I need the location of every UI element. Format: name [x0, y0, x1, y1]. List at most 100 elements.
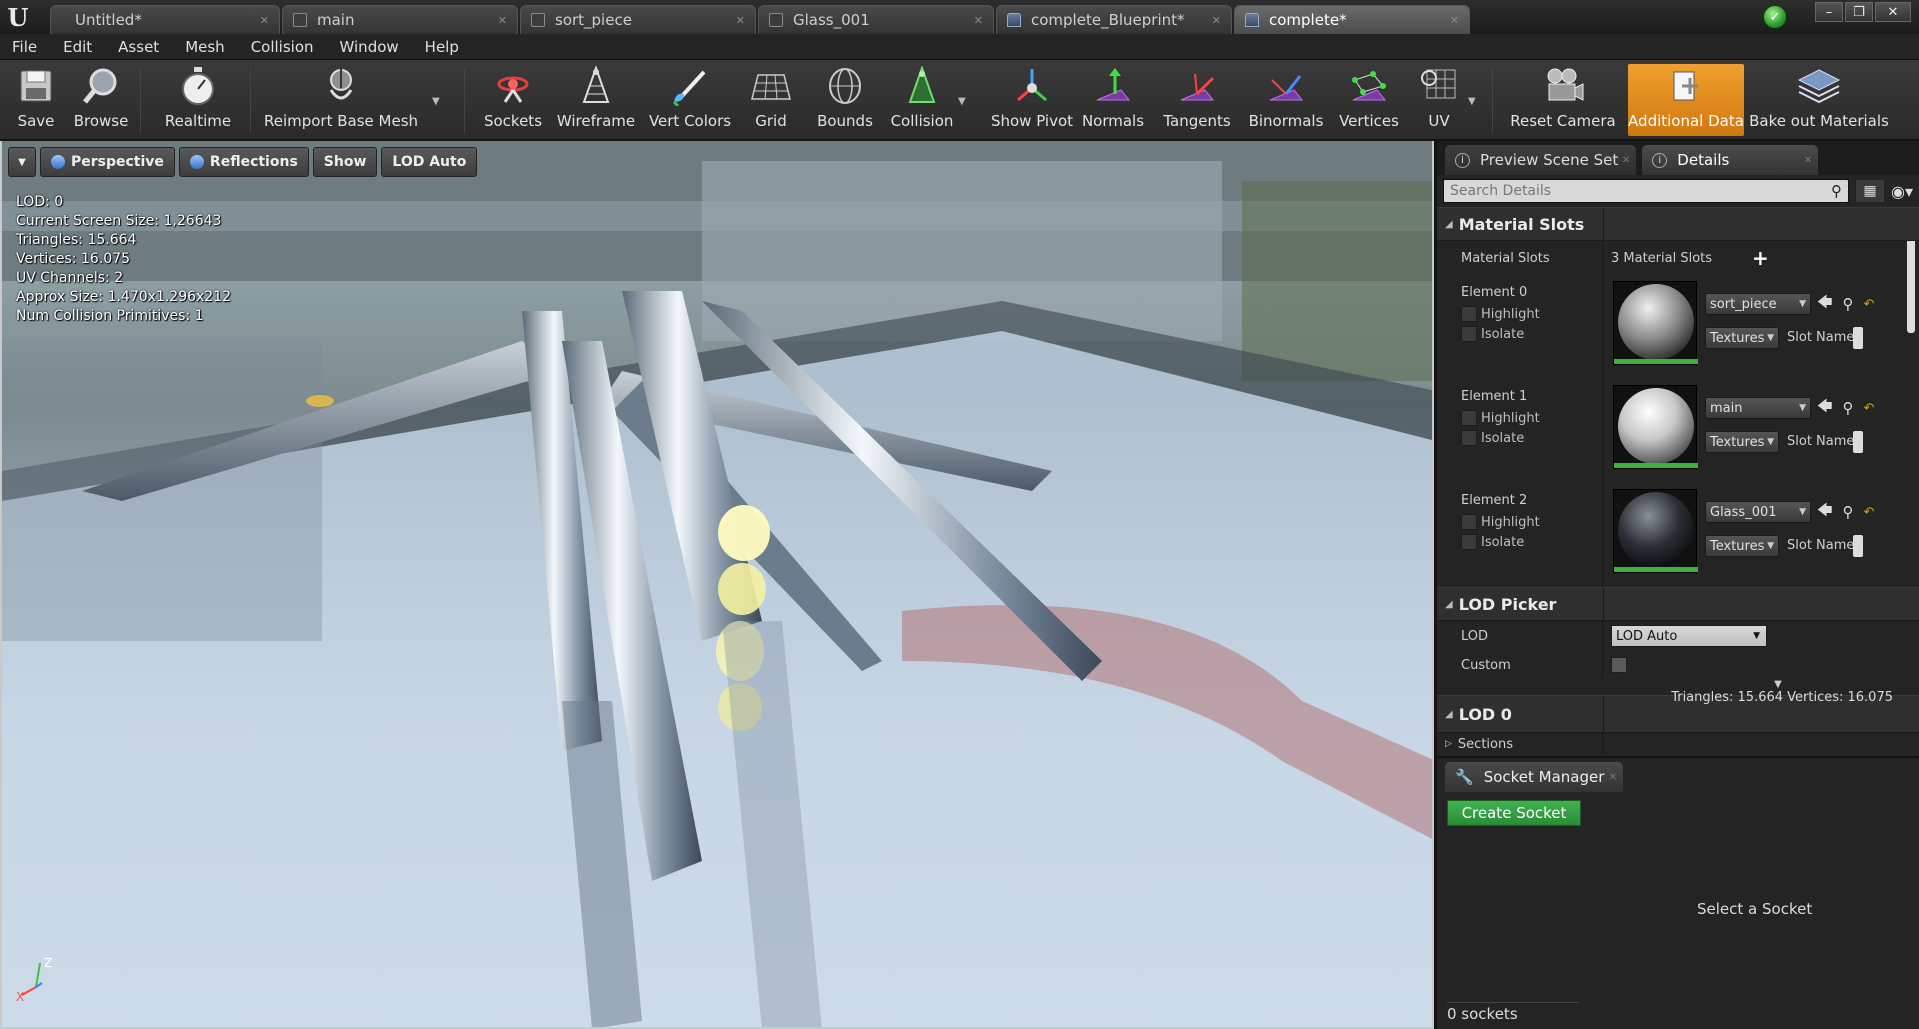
- vertices-button[interactable]: Vertices: [1336, 64, 1402, 136]
- reset-camera-button[interactable]: Reset Camera: [1508, 64, 1618, 136]
- slot-name-input[interactable]: [1853, 535, 1863, 557]
- textures-dropdown[interactable]: Textures ▼: [1705, 327, 1779, 349]
- collision-button[interactable]: Collision: [888, 64, 956, 136]
- highlight-checkbox-row[interactable]: Highlight: [1461, 306, 1602, 322]
- collision-dropdown-icon[interactable]: ▼: [958, 96, 966, 107]
- wireframe-button[interactable]: Wireframe: [557, 64, 635, 136]
- browse-search-icon[interactable]: ⚲: [1843, 295, 1854, 313]
- additional-data-button[interactable]: Additional Data: [1628, 64, 1744, 136]
- save-button[interactable]: Save: [10, 64, 62, 136]
- tab-complete-blueprint[interactable]: complete_Blueprint* ✕: [996, 5, 1232, 34]
- tab-untitled[interactable]: Untitled* ✕: [50, 5, 280, 34]
- realtime-button[interactable]: Realtime: [160, 64, 236, 136]
- reset-to-default-icon[interactable]: ↶: [1864, 297, 1875, 312]
- add-material-slot-icon[interactable]: +: [1752, 246, 1769, 270]
- reset-to-default-icon[interactable]: ↶: [1864, 505, 1875, 520]
- custom-checkbox[interactable]: [1611, 657, 1627, 673]
- menu-asset[interactable]: Asset: [118, 38, 159, 56]
- close-icon[interactable]: ✕: [736, 14, 745, 27]
- material-thumbnail[interactable]: [1613, 281, 1698, 365]
- uv-button[interactable]: UV: [1412, 64, 1466, 136]
- menu-file[interactable]: File: [12, 38, 37, 56]
- menu-help[interactable]: Help: [425, 38, 459, 56]
- tab-socket-manager[interactable]: 🔧 Socket Manager ✕: [1445, 762, 1623, 792]
- reimport-base-mesh-button[interactable]: Reimport Base Mesh: [264, 64, 418, 136]
- show-button[interactable]: Show: [312, 147, 378, 177]
- use-selected-arrow-icon[interactable]: 🡄: [1817, 292, 1833, 317]
- isolate-checkbox-row[interactable]: Isolate: [1461, 326, 1602, 342]
- search-details-input[interactable]: [1450, 183, 1831, 199]
- browse-button[interactable]: Browse: [72, 64, 130, 136]
- reset-to-default-icon[interactable]: ↶: [1864, 401, 1875, 416]
- highlight-checkbox[interactable]: [1461, 514, 1477, 530]
- create-socket-button[interactable]: Create Socket: [1447, 800, 1581, 826]
- tab-sort-piece[interactable]: sort_piece ✕: [520, 5, 756, 34]
- close-icon[interactable]: ✕: [974, 14, 983, 27]
- eye-visibility-icon[interactable]: ◉▾: [1891, 182, 1913, 201]
- tab-main[interactable]: main ✕: [282, 5, 518, 34]
- isolate-checkbox-row[interactable]: Isolate: [1461, 534, 1602, 550]
- material-thumbnail[interactable]: [1613, 489, 1698, 573]
- uv-dropdown-icon[interactable]: ▼: [1468, 96, 1476, 107]
- mesh-viewport[interactable]: ▼ Perspective Reflections Show LOD Auto …: [0, 141, 1434, 1029]
- highlight-checkbox-row[interactable]: Highlight: [1461, 514, 1602, 530]
- isolate-checkbox[interactable]: [1461, 534, 1477, 550]
- close-icon[interactable]: ✕: [260, 14, 269, 27]
- close-icon[interactable]: ✕: [1622, 155, 1630, 166]
- isolate-checkbox[interactable]: [1461, 430, 1477, 446]
- tab-preview-scene-set[interactable]: i Preview Scene Set ✕: [1445, 145, 1637, 175]
- menu-window[interactable]: Window: [340, 38, 399, 56]
- material-slots-section[interactable]: ◢ Material Slots: [1437, 207, 1919, 242]
- textures-dropdown[interactable]: Textures ▼: [1705, 535, 1779, 557]
- sections-row[interactable]: ▷ Sections: [1437, 733, 1919, 755]
- browse-search-icon[interactable]: ⚲: [1843, 399, 1854, 417]
- bounds-button[interactable]: Bounds: [814, 64, 876, 136]
- slot-name-input[interactable]: [1853, 327, 1863, 349]
- tangents-button[interactable]: Tangents: [1160, 64, 1234, 136]
- perspective-button[interactable]: Perspective: [40, 147, 175, 177]
- isolate-checkbox[interactable]: [1461, 326, 1477, 342]
- material-thumbnail[interactable]: [1613, 385, 1698, 469]
- material-selector[interactable]: main ▼: [1705, 397, 1811, 419]
- normals-button[interactable]: Normals: [1082, 64, 1144, 136]
- menu-edit[interactable]: Edit: [63, 38, 92, 56]
- highlight-checkbox[interactable]: [1461, 410, 1477, 426]
- browse-search-icon[interactable]: ⚲: [1843, 503, 1854, 521]
- slot-name-input[interactable]: [1853, 431, 1863, 453]
- close-icon[interactable]: ✕: [1804, 155, 1812, 166]
- textures-dropdown[interactable]: Textures ▼: [1705, 431, 1779, 453]
- tab-glass-001[interactable]: Glass_001 ✕: [758, 5, 994, 34]
- maximize-button[interactable]: ❐: [1845, 2, 1873, 22]
- use-selected-arrow-icon[interactable]: 🡄: [1817, 396, 1833, 421]
- highlight-checkbox-row[interactable]: Highlight: [1461, 410, 1602, 426]
- show-pivot-button[interactable]: Show Pivot: [984, 64, 1080, 136]
- menu-collision[interactable]: Collision: [251, 38, 314, 56]
- vert-colors-button[interactable]: Vert Colors: [649, 64, 731, 136]
- property-matrix-button[interactable]: ▦: [1855, 179, 1885, 203]
- close-icon[interactable]: ✕: [1609, 772, 1617, 783]
- close-icon[interactable]: ✕: [498, 14, 507, 27]
- tab-details[interactable]: i Details ✕: [1642, 145, 1819, 175]
- use-selected-arrow-icon[interactable]: 🡄: [1817, 500, 1833, 525]
- reimport-dropdown-icon[interactable]: ▼: [432, 96, 440, 107]
- material-selector[interactable]: sort_piece ▼: [1705, 293, 1811, 315]
- minimize-button[interactable]: –: [1815, 2, 1843, 22]
- viewport-options-button[interactable]: ▼: [8, 147, 36, 177]
- lod0-section[interactable]: ◢ LOD 0 Triangles: 15.664 Vertices: 16.0…: [1437, 690, 1919, 734]
- highlight-checkbox[interactable]: [1461, 306, 1477, 322]
- close-icon[interactable]: ✕: [1450, 14, 1459, 27]
- reflections-view-mode-button[interactable]: Reflections: [178, 147, 309, 177]
- lod-auto-button[interactable]: LOD Auto: [381, 147, 478, 177]
- close-icon[interactable]: ✕: [1212, 14, 1221, 27]
- binormals-button[interactable]: Binormals: [1248, 64, 1324, 136]
- bake-out-materials-button[interactable]: Bake out Materials: [1749, 64, 1889, 136]
- lod-selector[interactable]: LOD Auto ▼: [1611, 625, 1767, 647]
- menu-mesh[interactable]: Mesh: [185, 38, 225, 56]
- grid-button[interactable]: Grid: [748, 64, 794, 136]
- isolate-checkbox-row[interactable]: Isolate: [1461, 430, 1602, 446]
- tab-complete[interactable]: complete* ✕: [1234, 5, 1470, 34]
- sockets-button[interactable]: Sockets: [482, 64, 544, 136]
- material-selector[interactable]: Glass_001 ▼: [1705, 501, 1811, 523]
- source-control-status-icon[interactable]: ✓: [1763, 5, 1787, 29]
- close-window-button[interactable]: ✕: [1875, 2, 1911, 22]
